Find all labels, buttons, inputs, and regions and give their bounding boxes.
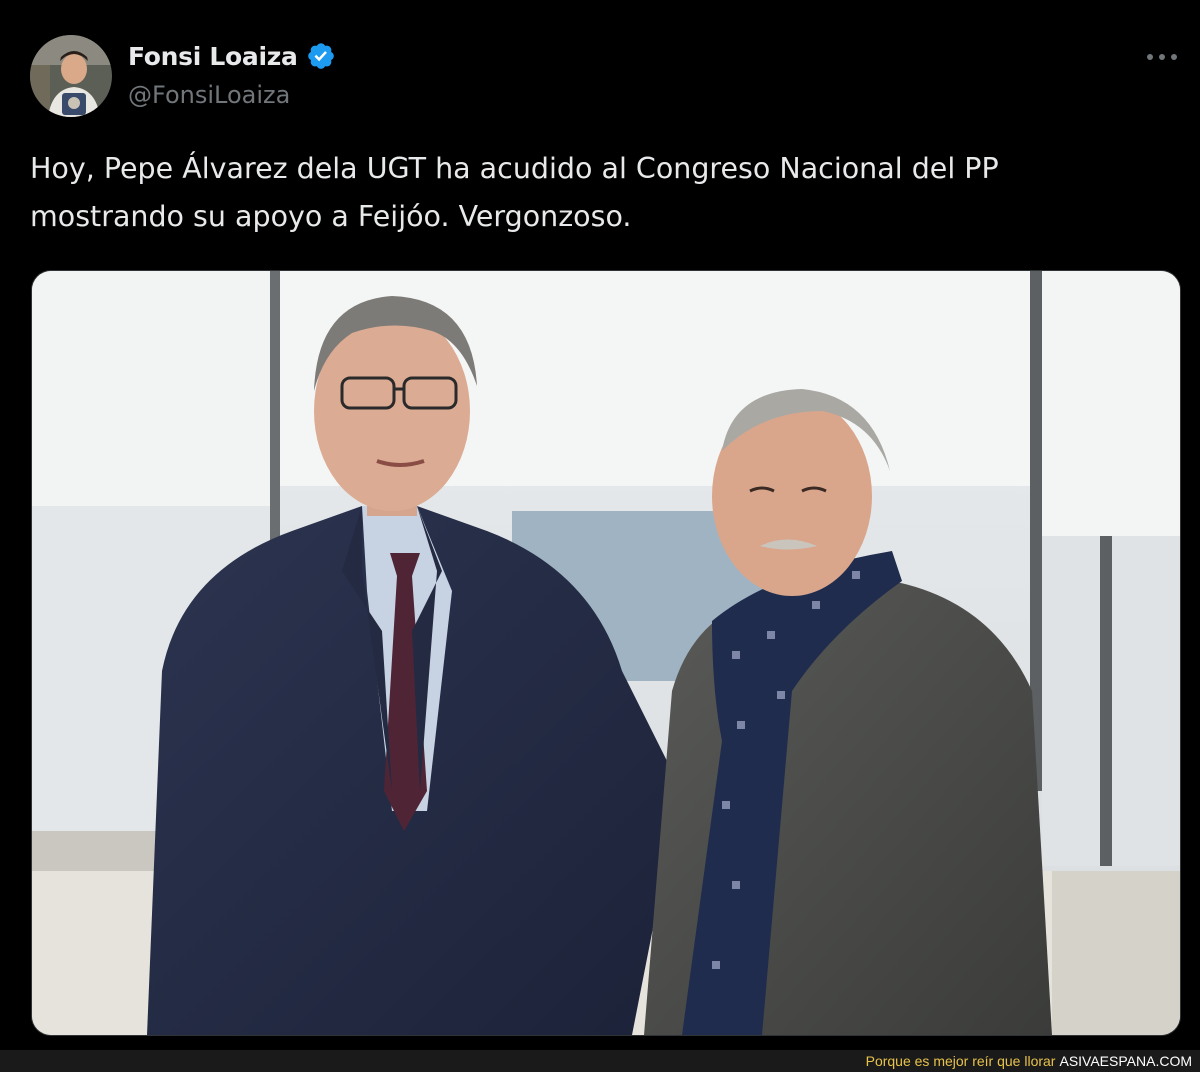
tweet-text-line: mostrando su apoyo a Feijóo. Vergonzoso.	[30, 200, 632, 233]
avatar-image	[30, 35, 112, 117]
tweet-card: Fonsi Loaiza @FonsiLoaiza Hoy, Pepe Álva…	[0, 0, 1200, 1050]
watermark-slogan: Porque es mejor reír que llorar	[865, 1053, 1056, 1069]
verified-badge-icon	[307, 43, 334, 69]
author-handle[interactable]: @FonsiLoaiza	[128, 81, 336, 109]
watermark-text: Porque es mejor reír que llorar ASIVAESPA…	[866, 1053, 1192, 1069]
author-name-row: Fonsi Loaiza	[128, 38, 336, 74]
tweet-photo[interactable]	[31, 270, 1181, 1036]
tweet-author: Fonsi Loaiza @FonsiLoaiza	[128, 38, 336, 109]
author-display-name[interactable]: Fonsi Loaiza	[128, 42, 298, 71]
photo-two-men-office	[32, 271, 1180, 1035]
tweet-text-line: Hoy, Pepe Álvarez dela UGT ha acudido al…	[30, 152, 999, 185]
watermark-site[interactable]: ASIVAESPANA.COM	[1059, 1053, 1192, 1069]
more-options-icon[interactable]	[1142, 44, 1182, 70]
watermark-bar: Porque es mejor reír que llorar ASIVAESPA…	[0, 1050, 1200, 1072]
tweet-text: Hoy, Pepe Álvarez dela UGT ha acudido al…	[30, 145, 1170, 241]
author-avatar[interactable]	[30, 35, 112, 117]
